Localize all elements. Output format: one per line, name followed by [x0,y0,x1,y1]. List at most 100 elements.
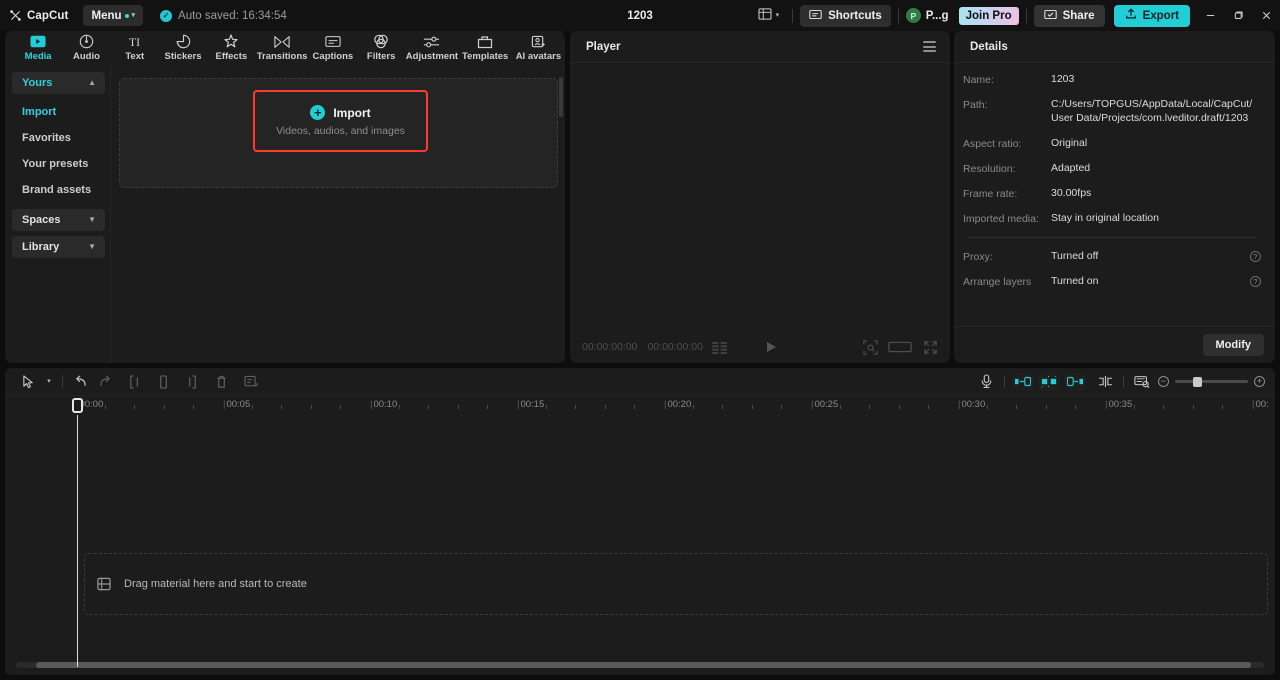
sidebar-group-library[interactable]: Library ▼ [12,236,105,258]
details-label: Arrange layers [963,275,1032,288]
title-bar: CapCut Menu ▾ ✓ Auto saved: 16:34:54 120… [0,0,1280,31]
divider [62,375,63,388]
tab-label: AI avatars [515,51,562,62]
zoom-in-button[interactable]: + [1254,376,1265,387]
player-canvas[interactable] [570,63,950,331]
details-row-frame-rate: Frame rate: 30.00fps [963,187,1261,201]
close-button[interactable] [1252,0,1280,31]
import-label: Import [333,105,371,120]
details-row-imported-media: Imported media: Stay in original locatio… [963,212,1261,226]
delete-button[interactable] [209,371,234,393]
templates-icon [477,34,493,49]
sidebar-item-import[interactable]: Import [12,99,105,125]
sidebar-group-yours[interactable]: Yours ▲ [12,72,105,94]
zoom-out-button[interactable]: − [1158,376,1169,387]
media-vertical-scrollbar[interactable] [559,77,563,117]
tab-label: Audio [72,51,100,62]
sidebar-item-brand-assets[interactable]: Brand assets [12,177,105,203]
fit-to-screen-icon[interactable] [863,339,878,355]
titlebar-right-group: ▾ Shortcuts P P...g Join Pro Share Expor… [752,0,1280,31]
import-button-row: + Import [310,105,371,120]
auto-captions-button[interactable]: A [238,371,263,393]
tab-audio[interactable]: Audio [62,31,110,65]
timeline-drop-track[interactable]: Drag material here and start to create [84,553,1268,615]
select-tool-dropdown[interactable]: ▾ [41,371,57,393]
player-menu-icon[interactable] [923,41,936,52]
timeline-zoom-slider[interactable]: − + [1158,376,1265,387]
tab-adjustment[interactable]: Adjustment [405,31,458,65]
player-header: Player [570,31,950,63]
tab-transitions[interactable]: Transitions [255,31,308,65]
snap-to-right-button[interactable] [1064,372,1086,391]
adsorb-toggle-button[interactable] [1093,371,1118,393]
scrollbar-thumb[interactable] [36,662,1251,668]
aspect-ratio-icon[interactable] [888,340,912,354]
shortcuts-button[interactable]: Shortcuts [800,4,891,27]
help-icon[interactable]: ? [1250,250,1261,262]
split-button[interactable] [151,371,176,393]
layout-button[interactable]: ▾ [752,4,786,28]
chevron-down-icon: ▾ [47,378,51,385]
drop-hint-label: Drag material here and start to create [124,578,307,590]
details-panel: Details Name: 1203 Path: C:/Users/TOPGUS… [954,31,1275,363]
tab-templates[interactable]: Templates [459,31,512,65]
help-icon[interactable]: ? [1250,275,1261,287]
ai-avatars-icon [531,34,546,49]
tab-effects[interactable]: Effects [207,31,255,65]
export-button[interactable]: Export [1113,4,1190,27]
record-voiceover-button[interactable] [974,371,999,393]
snap-to-left-button[interactable] [1012,372,1034,391]
tab-captions[interactable]: Captions [309,31,357,65]
import-subtitle: Videos, audios, and images [276,125,405,137]
ruler-tick-label: 00:30 [958,399,985,410]
sidebar-group-spaces[interactable]: Spaces ▼ [12,209,105,231]
list-view-icon[interactable] [712,341,729,354]
export-icon [1125,8,1137,23]
sidebar-item-your-presets[interactable]: Your presets [12,151,105,177]
undo-button[interactable] [68,371,93,393]
autosave-label: Auto saved: 16:34:54 [178,9,287,22]
chevron-up-icon: ▲ [88,78,96,87]
ruler-tick-label: 00:05 [223,399,250,410]
playhead-handle[interactable] [72,396,84,413]
split-right-button[interactable] [180,371,205,393]
details-value: 30.00fps [1051,186,1092,199]
fullscreen-icon[interactable] [923,340,938,355]
tab-ai-avatars[interactable]: AI avatars [512,31,565,65]
timeline-tracks[interactable]: Drag material here and start to create [5,415,1275,673]
zoom-track[interactable] [1175,376,1248,387]
tab-filters[interactable]: Filters [357,31,405,65]
share-button[interactable]: Share [1033,4,1105,27]
timeline-ruler[interactable]: 00:00 00:05 00:10 00:15 00:20 00:25 00:3… [5,395,1275,415]
tab-media[interactable]: Media [14,31,62,65]
import-drop-zone[interactable]: + Import Videos, audios, and images [119,78,558,188]
tab-stickers[interactable]: Stickers [159,31,207,65]
tab-text[interactable]: TI Text [111,31,159,65]
details-value: Adapted [1051,161,1091,174]
sidebar-item-favorites[interactable]: Favorites [12,125,105,151]
preview-thumbnails-button[interactable] [1129,371,1154,393]
zoom-knob[interactable] [1193,376,1202,387]
account-button[interactable]: P P...g Join Pro [905,6,1019,25]
join-pro-button[interactable]: Join Pro [958,6,1019,25]
svg-text:TI: TI [129,35,140,48]
import-button[interactable]: + Import Videos, audios, and images [253,90,428,152]
playhead-line [77,415,79,667]
details-label: Path: [963,99,988,111]
timeline-horizontal-scrollbar[interactable] [16,662,1264,668]
modify-button[interactable]: Modify [1202,334,1264,356]
maximize-button[interactable] [1224,0,1252,31]
details-row-resolution: Resolution: Adapted [963,162,1261,176]
split-left-button[interactable] [122,371,147,393]
details-row-name: Name: 1203 [963,73,1261,87]
auto-snap-button[interactable] [1038,372,1060,391]
menu-button[interactable]: Menu ▾ [82,5,144,26]
play-button[interactable] [766,342,776,352]
tab-label: Stickers [164,51,202,62]
select-tool-button[interactable] [16,371,41,393]
details-value: 1203 [1051,73,1075,85]
minimize-button[interactable] [1196,0,1224,31]
chevron-down-icon: ▾ [775,12,780,19]
redo-button[interactable] [93,371,118,393]
capcut-logo-icon [9,9,22,22]
